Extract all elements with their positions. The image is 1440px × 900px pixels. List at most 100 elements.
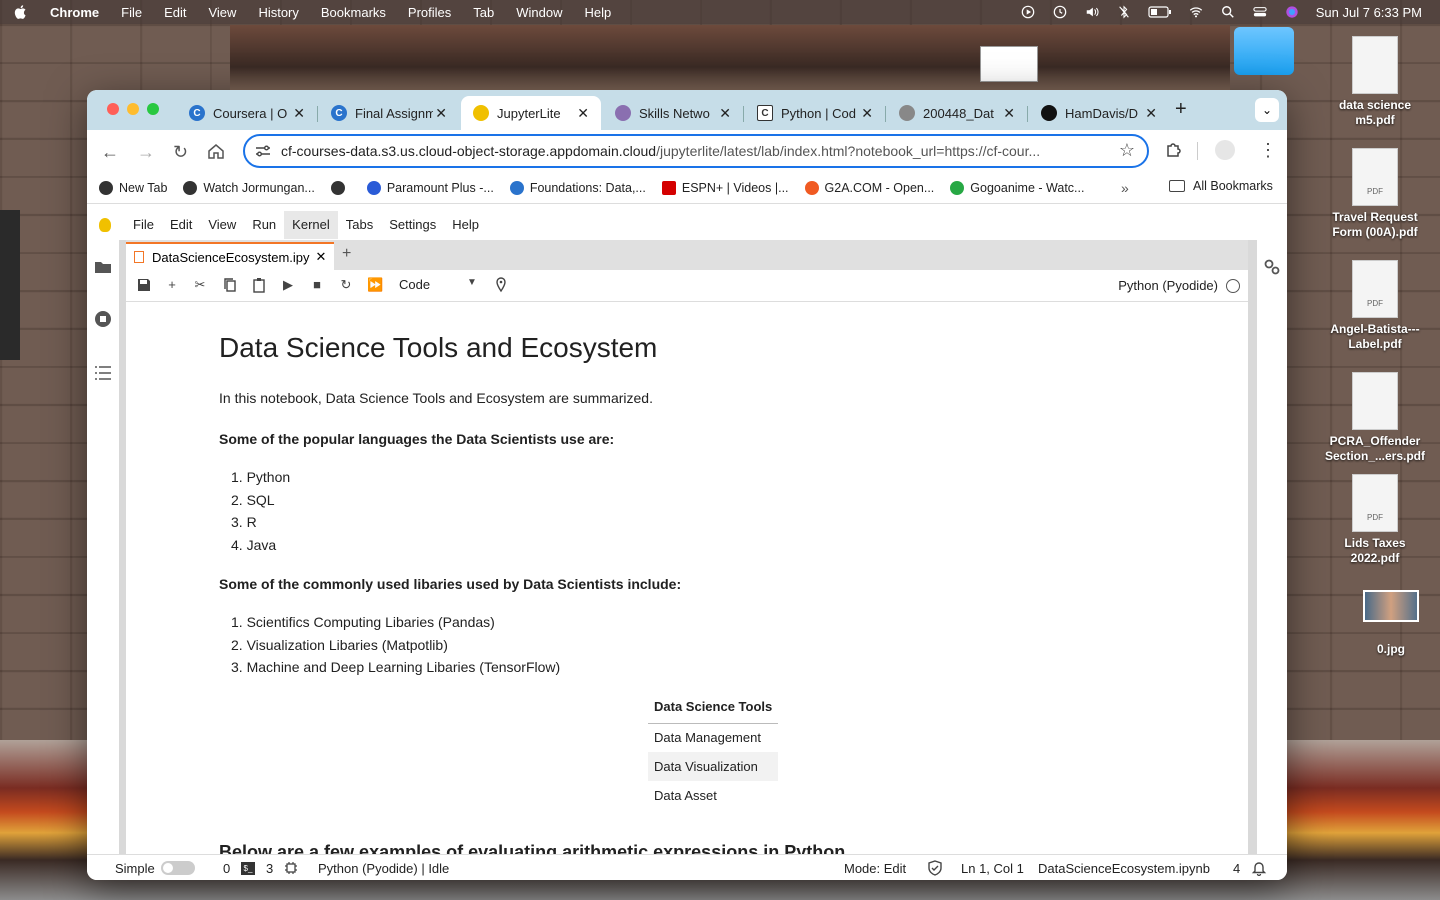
window-minimize-button[interactable] bbox=[127, 103, 139, 115]
trusted-shield-icon[interactable] bbox=[927, 860, 943, 876]
jupyter-menu-view[interactable]: View bbox=[200, 211, 244, 239]
menubar-history[interactable]: History bbox=[258, 5, 298, 20]
desktop-window-thumbnail[interactable] bbox=[980, 46, 1038, 82]
close-icon[interactable]: ✕ bbox=[435, 105, 447, 122]
spotlight-search-icon[interactable] bbox=[1220, 5, 1236, 19]
menubar-tab[interactable]: Tab bbox=[473, 5, 494, 20]
desktop-file-0-jpg[interactable]: 0.jpg bbox=[1336, 590, 1440, 657]
browser-tab-coursera[interactable]: C Coursera | O ✕ bbox=[177, 96, 317, 130]
jupyter-menu-kernel[interactable]: Kernel bbox=[284, 211, 338, 239]
add-launcher-icon[interactable]: + bbox=[342, 245, 351, 263]
bookmark-foundations-data[interactable]: Foundations: Data,... bbox=[509, 180, 646, 195]
kernel-count[interactable]: 3 bbox=[266, 861, 273, 876]
jupyter-menu-run[interactable]: Run bbox=[244, 211, 284, 239]
menubar-clock[interactable]: Sun Jul 7 6:33 PM bbox=[1316, 5, 1422, 20]
browser-tab-final-assignment[interactable]: C Final Assignm ✕ bbox=[319, 96, 459, 130]
close-icon[interactable]: ✕ bbox=[577, 105, 589, 122]
jupyter-menu-edit[interactable]: Edit bbox=[162, 211, 200, 239]
simple-mode-toggle[interactable] bbox=[161, 861, 195, 875]
bookmark-new-tab[interactable]: New Tab bbox=[99, 180, 167, 195]
tab-search-chevron-icon[interactable]: ⌄ bbox=[1255, 98, 1279, 122]
desktop-file-data-science-m5[interactable]: data science m5.pdf bbox=[1320, 36, 1430, 128]
chrome-menu-icon[interactable]: ⋮ bbox=[1259, 140, 1277, 161]
paste-icon[interactable] bbox=[251, 277, 267, 293]
bookmark-gogoanime[interactable]: Gogoanime - Watc... bbox=[950, 180, 1084, 195]
menubar-file[interactable]: File bbox=[121, 5, 142, 20]
jupyter-menu-settings[interactable]: Settings bbox=[381, 211, 444, 239]
play-circle-icon[interactable] bbox=[1020, 5, 1036, 19]
home-icon[interactable] bbox=[207, 142, 225, 160]
menubar-help[interactable]: Help bbox=[585, 5, 612, 20]
profile-avatar[interactable] bbox=[1215, 140, 1235, 160]
cut-icon[interactable]: ✂ bbox=[192, 277, 208, 293]
bookmark-paramount-plus[interactable]: Paramount Plus -... bbox=[366, 180, 494, 195]
all-bookmarks-button[interactable]: All Bookmarks bbox=[1169, 179, 1273, 193]
extensions-puzzle-icon[interactable] bbox=[1165, 140, 1183, 158]
close-icon[interactable]: ✕ bbox=[316, 249, 327, 265]
jupyter-menu-file[interactable]: File bbox=[125, 211, 162, 239]
bookmark-g2a[interactable]: G2A.COM - Open... bbox=[804, 180, 934, 195]
kernel-name-button[interactable]: Python (Pyodide) bbox=[1118, 278, 1218, 293]
address-bar[interactable]: cf-courses-data.s3.us.cloud-object-stora… bbox=[243, 134, 1149, 168]
restart-icon[interactable]: ↻ bbox=[338, 277, 354, 293]
jupyter-menu-help[interactable]: Help bbox=[444, 211, 487, 239]
volume-icon[interactable] bbox=[1084, 5, 1100, 19]
save-icon[interactable] bbox=[136, 277, 152, 293]
menubar-edit[interactable]: Edit bbox=[164, 5, 186, 20]
bookmark-globe[interactable] bbox=[330, 180, 351, 195]
close-icon[interactable]: ✕ bbox=[719, 105, 731, 122]
browser-tab-200448[interactable]: 200448_Dat ✕ bbox=[887, 96, 1027, 130]
cursor-position[interactable]: Ln 1, Col 1 bbox=[961, 861, 1024, 876]
forward-arrow-icon[interactable]: → bbox=[137, 142, 155, 163]
time-machine-icon[interactable] bbox=[1052, 5, 1068, 19]
insert-cell-icon[interactable]: + bbox=[164, 277, 180, 293]
desktop-file-lids-taxes[interactable]: PDF Lids Taxes 2022.pdf bbox=[1320, 474, 1430, 566]
chevron-down-icon[interactable]: ▼ bbox=[467, 277, 477, 288]
browser-tab-github[interactable]: HamDavis/D ✕ bbox=[1029, 96, 1169, 130]
notebook-tab[interactable]: DataScienceEcosystem.ipy ✕ bbox=[126, 242, 334, 270]
bookmark-watch-jormungandr[interactable]: Watch Jormungan... bbox=[183, 180, 315, 195]
wifi-icon[interactable] bbox=[1188, 5, 1204, 19]
file-browser-folder-icon[interactable] bbox=[94, 258, 112, 276]
menubar-window[interactable]: Window bbox=[516, 5, 562, 20]
interrupt-icon[interactable]: ■ bbox=[309, 277, 325, 293]
copy-icon[interactable] bbox=[222, 277, 238, 293]
site-info-icon[interactable] bbox=[255, 144, 271, 158]
cell-type-dropdown[interactable]: Code bbox=[399, 277, 430, 292]
close-icon[interactable]: ✕ bbox=[1003, 105, 1015, 122]
bookmarks-overflow-icon[interactable]: » bbox=[1121, 180, 1129, 196]
kernel-chip-icon[interactable] bbox=[284, 861, 298, 875]
table-of-contents-icon[interactable] bbox=[94, 364, 112, 382]
browser-tab-skills-network[interactable]: Skills Netwo ✕ bbox=[603, 96, 743, 130]
window-close-button[interactable] bbox=[107, 103, 119, 115]
desktop-file-travel-request[interactable]: PDF Travel Request Form (00A).pdf bbox=[1320, 148, 1430, 240]
menubar-profiles[interactable]: Profiles bbox=[408, 5, 451, 20]
control-center-icon[interactable] bbox=[1252, 5, 1268, 19]
bookmark-espn[interactable]: ESPN+ | Videos |... bbox=[661, 180, 789, 195]
desktop-file-pcra-offender[interactable]: PCRA_Offender Section_...ers.pdf bbox=[1320, 372, 1430, 464]
browser-tab-python-code[interactable]: C Python | Cod ✕ bbox=[745, 96, 885, 130]
menubar-bookmarks[interactable]: Bookmarks bbox=[321, 5, 386, 20]
pin-icon[interactable] bbox=[493, 277, 509, 293]
kernel-status-text[interactable]: Python (Pyodide) | Idle bbox=[318, 861, 449, 876]
battery-icon[interactable] bbox=[1148, 5, 1172, 19]
siri-icon[interactable] bbox=[1284, 5, 1300, 19]
terminal-icon[interactable]: $_ bbox=[241, 862, 255, 875]
close-icon[interactable]: ✕ bbox=[1145, 105, 1157, 122]
jupyter-menu-tabs[interactable]: Tabs bbox=[338, 211, 381, 239]
notification-bell-icon[interactable] bbox=[1251, 860, 1267, 876]
back-arrow-icon[interactable]: ← bbox=[101, 142, 119, 163]
notification-count[interactable]: 4 bbox=[1233, 861, 1240, 876]
desktop-file-angel-batista-label[interactable]: PDF Angel-Batista---Label.pdf bbox=[1320, 260, 1430, 352]
menubar-app-name[interactable]: Chrome bbox=[50, 5, 99, 20]
bluetooth-off-icon[interactable] bbox=[1116, 5, 1132, 19]
terminal-count[interactable]: 0 bbox=[223, 861, 230, 876]
new-tab-button[interactable]: + bbox=[1175, 98, 1187, 121]
run-icon[interactable]: ▶ bbox=[280, 277, 296, 293]
bookmark-star-icon[interactable]: ☆ bbox=[1119, 140, 1135, 161]
notebook-content[interactable]: Data Science Tools and Ecosystem In this… bbox=[126, 302, 1248, 854]
close-icon[interactable]: ✕ bbox=[293, 105, 305, 122]
close-icon[interactable]: ✕ bbox=[861, 105, 873, 122]
property-inspector-gears-icon[interactable] bbox=[1263, 258, 1281, 276]
apple-icon[interactable] bbox=[14, 4, 28, 20]
